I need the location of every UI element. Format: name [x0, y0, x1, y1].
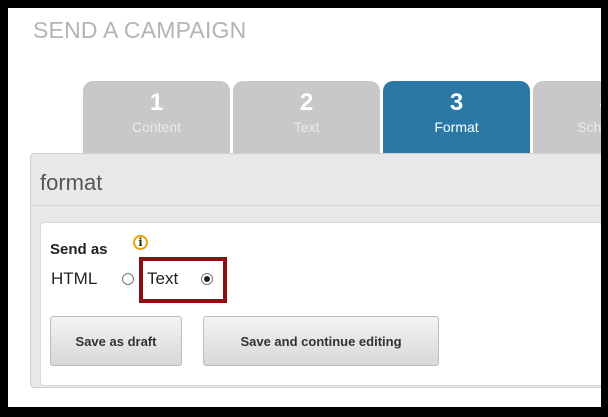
tab-number: 4	[533, 91, 601, 115]
page-title: SEND A CAMPAIGN	[33, 17, 247, 43]
html-radio[interactable]	[122, 273, 134, 285]
text-option-label[interactable]: Text	[147, 269, 178, 289]
tab-label: Format	[434, 119, 479, 135]
format-panel: format Send as HTML Text Save as draft S…	[30, 153, 601, 388]
tab-format[interactable]: 3 Format	[383, 81, 530, 156]
tab-content[interactable]: 1 Content	[83, 81, 230, 156]
format-settings-box: Send as HTML Text Save as draft Save and…	[40, 222, 601, 386]
save-continue-button[interactable]: Save and continue editing	[203, 316, 439, 366]
tab-number: 1	[149, 89, 164, 116]
panel-divider	[31, 205, 601, 206]
panel-title: format	[40, 170, 103, 195]
tab-label: Content	[131, 119, 182, 135]
save-draft-button[interactable]: Save as draft	[50, 316, 182, 366]
tab-number: 3	[449, 89, 464, 116]
send-as-label: Send as	[50, 241, 108, 258]
text-radio[interactable]	[201, 273, 213, 285]
html-option-label[interactable]: HTML	[51, 269, 97, 289]
tab-label: Text	[293, 119, 320, 135]
tab-label: Schedule	[577, 119, 601, 135]
tab-text[interactable]: 2 Text	[233, 81, 380, 156]
page-frame: SEND A CAMPAIGN 1 Content 2 Text 3 Forma…	[8, 8, 601, 407]
tab-schedule[interactable]: 4 Schedule	[533, 81, 601, 156]
tab-number: 2	[299, 89, 314, 116]
info-icon[interactable]	[133, 235, 148, 250]
